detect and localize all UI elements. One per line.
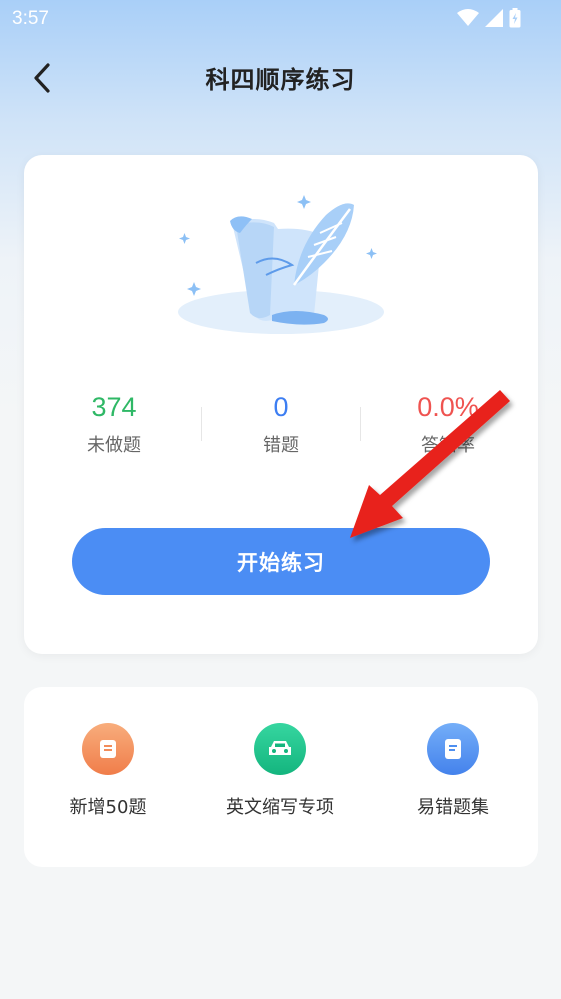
cellular-signal-icon xyxy=(485,9,503,27)
stat-wrong: 0 错题 xyxy=(201,391,361,457)
status-icons xyxy=(457,8,521,28)
tool-new-50[interactable]: 新增50题 xyxy=(23,723,193,819)
page-title: 科四顺序练习 xyxy=(205,66,356,94)
scroll-icon xyxy=(82,723,134,775)
stat-label: 未做题 xyxy=(87,435,141,456)
stat-label: 错题 xyxy=(263,435,299,456)
scroll-quill-illustration xyxy=(178,195,384,334)
status-bar: 3:57 xyxy=(0,0,561,38)
tools-card: 新增50题 英文缩写专项 易错题集 xyxy=(24,687,538,867)
stat-divider xyxy=(360,407,361,441)
document-icon xyxy=(427,723,479,775)
car-icon xyxy=(254,723,306,775)
stat-undone: 374 未做题 xyxy=(34,391,194,457)
stat-value: 0.0% xyxy=(417,392,479,422)
tool-label: 英文缩写专项 xyxy=(226,797,334,818)
tool-label: 新增50题 xyxy=(69,797,147,818)
tool-english-abbr[interactable]: 英文缩写专项 xyxy=(195,723,365,819)
stat-value: 0 xyxy=(273,392,289,422)
stat-value: 374 xyxy=(91,392,137,422)
battery-icon xyxy=(509,8,521,28)
status-time: 3:57 xyxy=(12,8,49,29)
wifi-icon xyxy=(457,9,479,26)
practice-card: 374 未做题 0 错题 0.0% 答错率 开始练习 xyxy=(24,155,538,654)
stats-row: 374 未做题 0 错题 0.0% 答错率 xyxy=(34,391,528,467)
header: 科四顺序练习 xyxy=(0,44,561,114)
start-practice-button[interactable]: 开始练习 xyxy=(72,528,490,595)
tool-label: 易错题集 xyxy=(417,797,489,818)
stat-error-rate: 0.0% 答错率 xyxy=(368,391,528,457)
tool-error-prone[interactable]: 易错题集 xyxy=(368,723,538,819)
stat-label: 答错率 xyxy=(421,435,475,456)
